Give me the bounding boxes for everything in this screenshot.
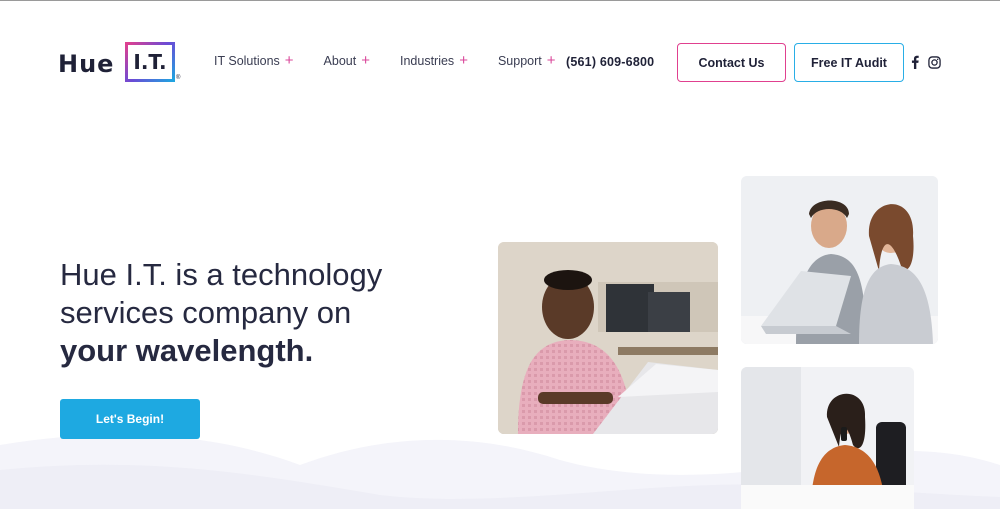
social-links bbox=[910, 55, 941, 69]
photo-woman-on-phone bbox=[741, 367, 914, 509]
phone-link[interactable]: (561) 609-6800 bbox=[566, 55, 654, 69]
free-it-audit-button[interactable]: Free IT Audit bbox=[794, 43, 904, 82]
photo-couple-at-laptop bbox=[741, 176, 938, 344]
nav-item-about[interactable]: About + bbox=[323, 52, 370, 69]
nav-item-label: IT Solutions bbox=[214, 54, 280, 68]
facebook-icon[interactable] bbox=[910, 55, 920, 69]
logo-box-text: I.T. bbox=[133, 50, 167, 74]
lets-begin-button[interactable]: Let's Begin! bbox=[60, 399, 200, 439]
photo-man-at-laptop bbox=[498, 242, 718, 434]
nav-item-support[interactable]: Support + bbox=[497, 52, 556, 69]
hero-line-3: your wavelength. bbox=[60, 333, 314, 368]
nav-item-it-solutions[interactable]: IT Solutions + bbox=[214, 52, 294, 69]
plus-icon: + bbox=[459, 52, 468, 69]
nav-item-label: Support bbox=[497, 54, 542, 68]
main-nav: IT Solutions + About + Industries + Supp… bbox=[214, 52, 586, 69]
logo-wordmark: Hue bbox=[58, 50, 115, 78]
site-header: Hue I.T. ® IT Solutions + About + Indust… bbox=[0, 0, 1000, 120]
hero-headline: Hue I.T. is a technology services compan… bbox=[60, 256, 460, 370]
plus-icon: + bbox=[361, 52, 370, 69]
logo-registered-mark: ® bbox=[176, 75, 181, 81]
hero-line-1: Hue I.T. is a technology bbox=[60, 257, 383, 292]
hue-it-logo[interactable]: Hue I.T. ® bbox=[58, 42, 182, 84]
contact-us-button[interactable]: Contact Us bbox=[677, 43, 786, 82]
logo-gradient-box: I.T. bbox=[125, 42, 175, 82]
hero-line-2: services company on bbox=[60, 295, 352, 330]
nav-item-industries[interactable]: Industries + bbox=[399, 52, 468, 69]
nav-item-label: Industries bbox=[399, 54, 455, 68]
nav-item-label: About bbox=[323, 54, 357, 68]
instagram-icon[interactable] bbox=[928, 55, 941, 69]
plus-icon: + bbox=[546, 52, 556, 69]
plus-icon: + bbox=[284, 52, 294, 69]
